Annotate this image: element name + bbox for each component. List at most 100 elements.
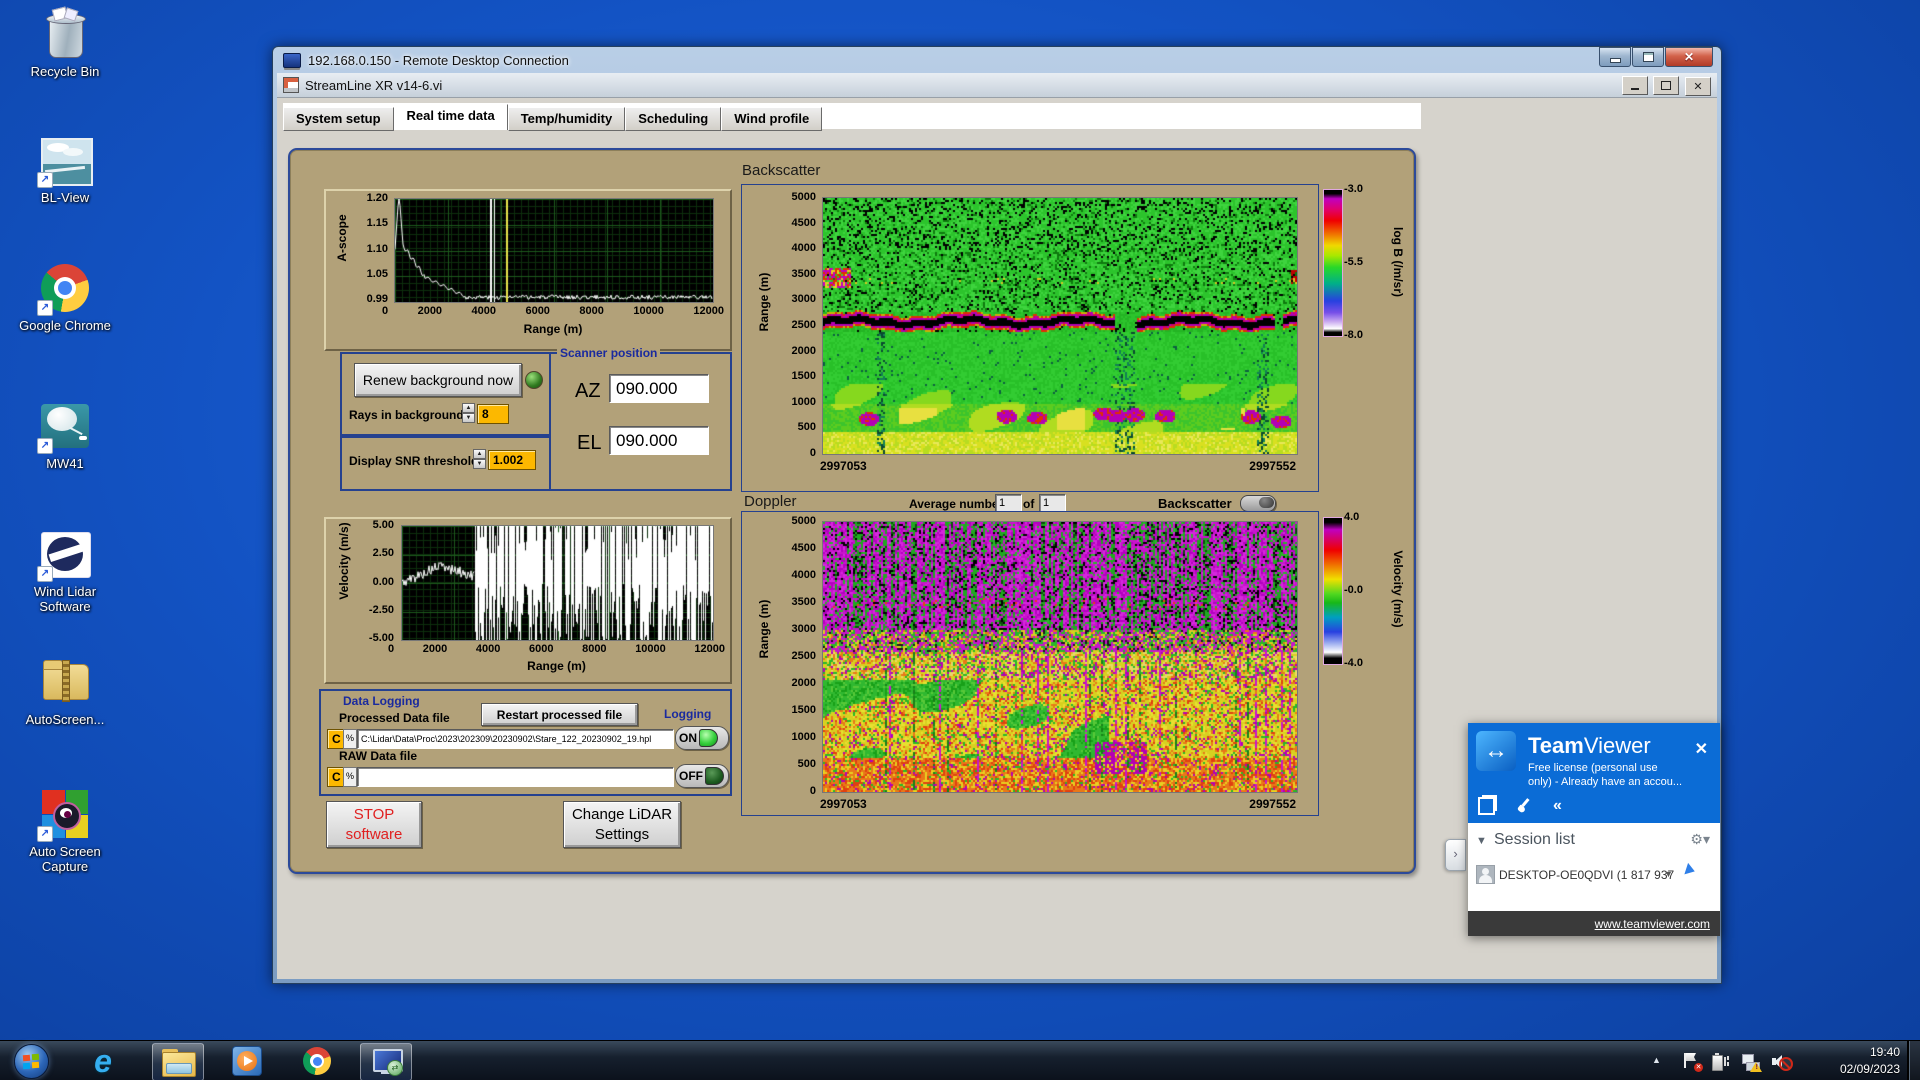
raw-file-label: RAW Data file bbox=[339, 749, 418, 763]
raw-path-field[interactable] bbox=[357, 767, 674, 787]
device-avatar-icon bbox=[1476, 865, 1495, 884]
desktop-icon-wind-lidar[interactable]: ↗ Wind Lidar Software bbox=[10, 528, 120, 614]
desktop-icon-google-chrome[interactable]: ↗ Google Chrome bbox=[10, 262, 120, 333]
desktop-icon-mw41[interactable]: ↗ MW41 bbox=[10, 400, 120, 471]
tab-real-time-data[interactable]: Real time data bbox=[393, 104, 508, 130]
stop-software-button[interactable]: STOP software bbox=[326, 801, 422, 848]
tab-scheduling[interactable]: Scheduling bbox=[625, 107, 722, 131]
teamviewer-collapse-icon[interactable]: « bbox=[1553, 797, 1562, 815]
velocity-xticks: 0 2000 4000 6000 8000 10000 12000 bbox=[388, 643, 725, 655]
el-field[interactable]: 090.000 bbox=[609, 426, 709, 455]
shortcut-arrow-icon: ↗ bbox=[37, 566, 53, 582]
restart-processed-file-button[interactable]: Restart processed file bbox=[481, 703, 638, 726]
tick-label: 1.20 bbox=[366, 192, 388, 204]
teamviewer-logo-icon: ↔ bbox=[1476, 731, 1516, 771]
rays-spinner[interactable]: ▲ ▼ bbox=[462, 403, 475, 423]
tick-label: 2500 bbox=[791, 650, 816, 662]
session-list-collapse-icon[interactable]: ▼ bbox=[1476, 835, 1487, 847]
taskbar-ie-icon[interactable]: e bbox=[78, 1043, 128, 1079]
average-number-label: Average number bbox=[909, 497, 1004, 511]
taskbar-explorer-icon[interactable] bbox=[152, 1043, 204, 1080]
rdp-title-bar[interactable]: 192.168.0.150 - Remote Desktop Connectio… bbox=[273, 47, 1721, 73]
shortcut-arrow-icon: ↗ bbox=[37, 826, 53, 842]
desktop-icon-recycle-bin[interactable]: Recycle Bin bbox=[10, 6, 120, 79]
average-number-field[interactable]: 1 bbox=[995, 494, 1022, 512]
rays-value[interactable]: 8 bbox=[477, 404, 509, 424]
velocity-plot bbox=[401, 525, 714, 641]
tick-label: 8000 bbox=[579, 305, 604, 317]
snr-spinner[interactable]: ▲ ▼ bbox=[473, 449, 486, 469]
doppler-x-start: 2997053 bbox=[820, 797, 867, 811]
scanner-position-group: Scanner position AZ 090.000 EL 090.000 bbox=[549, 346, 732, 491]
app-close-button[interactable]: ✕ bbox=[1685, 77, 1711, 96]
device-dropdown-icon[interactable]: ▼ bbox=[1664, 869, 1673, 879]
taskbar-chrome-icon[interactable] bbox=[292, 1043, 342, 1079]
ascope-yticks: 1.20 1.15 1.10 1.05 0.99 bbox=[350, 192, 388, 305]
of-total-field[interactable]: 1 bbox=[1039, 494, 1066, 512]
tick-label: 1500 bbox=[791, 704, 816, 716]
teamviewer-link[interactable]: www.teamviewer.com bbox=[1595, 917, 1710, 931]
tab-wind-profile[interactable]: Wind profile bbox=[721, 107, 823, 131]
doppler-ylabel: Range (m) bbox=[757, 599, 771, 659]
tick-label: 2000 bbox=[791, 677, 816, 689]
tick-label: 8000 bbox=[582, 643, 607, 655]
az-field[interactable]: 090.000 bbox=[609, 374, 709, 403]
raw-logging-toggle[interactable]: OFF bbox=[675, 764, 729, 788]
rdp-minimize-button[interactable] bbox=[1599, 47, 1631, 67]
el-label: EL bbox=[577, 432, 602, 454]
processed-path-type-icon[interactable]: % bbox=[343, 729, 357, 749]
volume-muted-icon[interactable] bbox=[1772, 1053, 1793, 1071]
velocity-xlabel: Range (m) bbox=[527, 659, 586, 673]
snr-value[interactable]: 1.002 bbox=[488, 450, 536, 470]
start-button[interactable] bbox=[6, 1043, 56, 1079]
tick-label: 10000 bbox=[635, 643, 666, 655]
power-battery-icon[interactable] bbox=[1712, 1053, 1730, 1071]
taskbar-clock[interactable]: 19:40 02/09/2023 bbox=[1840, 1044, 1900, 1078]
taskbar-wmp-icon[interactable] bbox=[222, 1043, 272, 1079]
action-center-flag-icon[interactable]: ✕ bbox=[1682, 1053, 1703, 1072]
raw-path-type-icon[interactable]: % bbox=[343, 767, 357, 787]
change-lidar-settings-button[interactable]: Change LiDAR Settings bbox=[563, 801, 681, 848]
backscatter-toggle[interactable] bbox=[1240, 495, 1276, 512]
backscatter-heatmap bbox=[822, 197, 1298, 455]
tick-label: 4500 bbox=[791, 542, 816, 554]
teamviewer-sessions-icon[interactable] bbox=[1478, 797, 1495, 815]
teamviewer-license-text: Free license (personal use only) - Alrea… bbox=[1528, 762, 1683, 788]
tick-label: 4000 bbox=[791, 242, 816, 255]
app-minimize-button[interactable] bbox=[1621, 76, 1648, 95]
processed-path-field[interactable]: C:\Lidar\Data\Proc\2023\202309\20230902\… bbox=[357, 729, 674, 749]
rdp-close-button[interactable]: ✕ bbox=[1665, 47, 1713, 67]
device-name[interactable]: DESKTOP-OE0QDVI (1 817 937 bbox=[1499, 868, 1674, 882]
remote-control-cursor-icon[interactable] bbox=[1684, 862, 1697, 878]
desktop-icon-autoscreen-zip[interactable]: AutoScreen... bbox=[10, 656, 120, 727]
app-window-title: StreamLine XR v14-6.vi bbox=[305, 77, 443, 93]
desktop-icon-label: AutoScreen... bbox=[25, 712, 105, 727]
teamviewer-expand-tab[interactable]: › bbox=[1445, 839, 1466, 871]
tick-label: 2000 bbox=[417, 305, 443, 317]
renew-background-button[interactable]: Renew background now bbox=[354, 363, 522, 397]
app-restore-button[interactable] bbox=[1653, 76, 1680, 95]
app-title-bar[interactable]: StreamLine XR v14-6.vi ✕ bbox=[277, 73, 1717, 98]
desktop-icon-auto-screen-capture[interactable]: ↗ Auto Screen Capture bbox=[10, 788, 120, 874]
session-list-gear-icon[interactable]: ⚙▾ bbox=[1690, 831, 1710, 848]
taskbar-rdp-icon[interactable]: ⇄ bbox=[360, 1043, 412, 1080]
tab-temp-humidity[interactable]: Temp/humidity bbox=[507, 107, 626, 131]
rdp-maximize-button[interactable] bbox=[1632, 47, 1664, 67]
teamviewer-brush-icon[interactable] bbox=[1516, 798, 1531, 814]
of-label: of bbox=[1023, 497, 1035, 511]
tab-system-setup[interactable]: System setup bbox=[283, 107, 394, 131]
backscatter-x-end: 2997552 bbox=[1249, 459, 1296, 473]
tick-label: 3000 bbox=[791, 623, 816, 635]
rdp-computer-icon bbox=[283, 52, 301, 68]
tray-expand-icon[interactable]: ▲ bbox=[1652, 1055, 1661, 1065]
doppler-title: Doppler bbox=[744, 493, 797, 510]
doppler-graph: Range (m) 5000 4500 4000 3500 3000 2500 2000 15… bbox=[741, 511, 1319, 816]
processed-logging-toggle[interactable]: ON bbox=[675, 726, 729, 750]
desktop-icon-label: Wind Lidar Software bbox=[33, 584, 97, 614]
desktop-icon-bl-view[interactable]: ↗ BL-View bbox=[10, 134, 120, 205]
taskbar: e ⇄ ▲ ✕ ! 19:40 02/09/2023 bbox=[0, 1040, 1920, 1080]
network-icon[interactable]: ! bbox=[1742, 1053, 1762, 1072]
doppler-colorbar-ticks: 4.0 -0.0 -4.0 bbox=[1344, 511, 1378, 669]
teamviewer-close-icon[interactable]: ✕ bbox=[1695, 739, 1708, 759]
show-desktop-button[interactable] bbox=[1907, 1041, 1920, 1080]
